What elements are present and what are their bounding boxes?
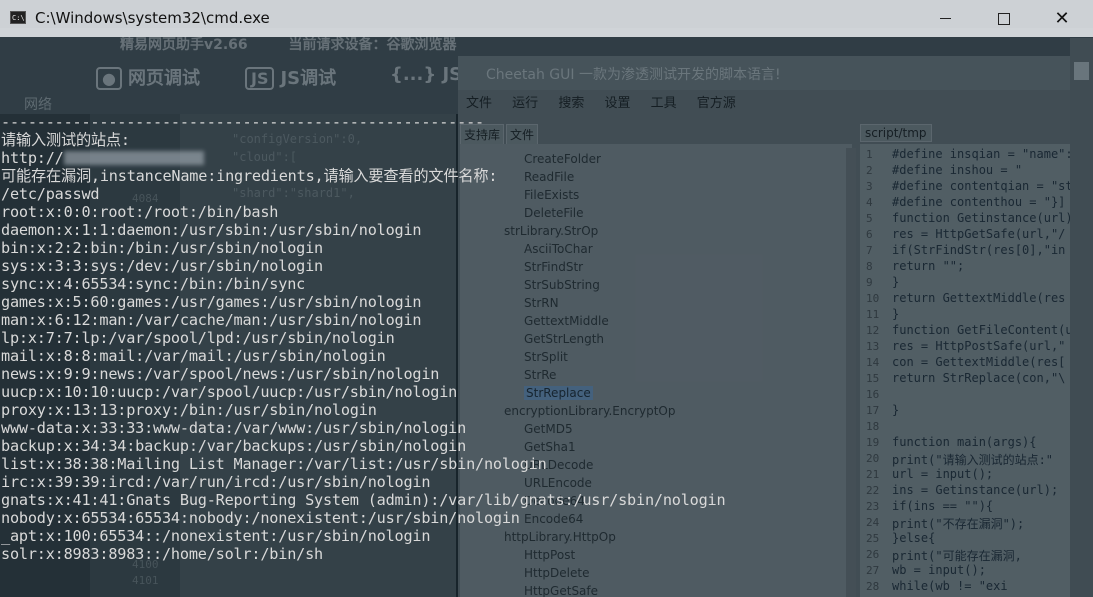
minimize-icon: [940, 18, 951, 19]
console-line-text: uucp:x:10:10:uucp:/var/spool/uucp:/usr/s…: [1, 383, 458, 401]
console-line: mail:x:8:8:mail:/var/mail:/usr/sbin/nolo…: [1, 347, 386, 365]
cmd-title-bar[interactable]: C:\ C:\Windows\system32\cmd.exe ✕: [0, 0, 1093, 37]
console-line: ----------------------------------------…: [1, 113, 484, 131]
console-line-text: news:x:9:9:news:/var/spool/news:/usr/sbi…: [1, 365, 440, 383]
console-line: sync:x:4:65534:sync:/bin:/bin/sync: [1, 275, 305, 293]
console-line-text: 请输入测试的站点:: [1, 131, 130, 149]
console-line: solr:x:8983:8983::/home/solr:/bin/sh: [1, 545, 323, 563]
console-line-text: irc:x:39:39:ircd:/var/run/ircd:/usr/sbin…: [1, 473, 431, 491]
maximize-icon: [998, 13, 1010, 25]
console-line: root:x:0:0:root:/root:/bin/bash: [1, 203, 278, 221]
console-line-text: http://: [1, 149, 64, 167]
console-line-text: mail:x:8:8:mail:/var/mail:/usr/sbin/nolo…: [1, 347, 386, 365]
console-line-text: solr:x:8983:8983::/home/solr:/bin/sh: [1, 545, 323, 563]
console-line-text: list:x:38:38:Mailing List Manager:/var/l…: [1, 455, 547, 473]
console-line-text: games:x:5:60:games:/usr/games:/usr/sbin/…: [1, 293, 422, 311]
console-line-text: proxy:x:13:13:proxy:/bin:/usr/sbin/nolog…: [1, 401, 377, 419]
maximize-button[interactable]: [975, 0, 1033, 37]
console-line: uucp:x:10:10:uucp:/var/spool/uucp:/usr/s…: [1, 383, 457, 401]
console-line-text: www-data:x:33:33:www-data:/var/www:/usr/…: [1, 419, 467, 437]
console-line-text: 可能存在漏洞,instanceName:ingredients,请输入要查看的文…: [1, 167, 498, 185]
console-line: sys:x:3:3:sys:/dev:/usr/sbin/nologin: [1, 257, 323, 275]
console-line-text: lp:x:7:7:lp:/var/spool/lpd:/usr/sbin/nol…: [1, 329, 395, 347]
console-line-text: sync:x:4:65534:sync:/bin:/bin/sync: [1, 275, 306, 293]
console-line-text: nobody:x:65534:65534:nobody:/nonexistent…: [1, 509, 520, 527]
console-line: irc:x:39:39:ircd:/var/run/ircd:/usr/sbin…: [1, 473, 430, 491]
close-button[interactable]: ✕: [1033, 0, 1091, 37]
console-line: www-data:x:33:33:www-data:/var/www:/usr/…: [1, 419, 466, 437]
console-line-text: bin:x:2:2:bin:/bin:/usr/sbin/nologin: [1, 239, 323, 257]
console-line-text: root:x:0:0:root:/root:/bin/bash: [1, 203, 279, 221]
minimize-button[interactable]: [917, 0, 975, 37]
cmd-icon: C:\: [10, 11, 26, 24]
console-line: gnats:x:41:41:Gnats Bug-Reporting System…: [1, 491, 726, 509]
console-line-text: /etc/passwd: [1, 185, 100, 203]
console-line-text: ----------------------------------------…: [1, 113, 484, 131]
console-line: /etc/passwd: [1, 185, 100, 203]
console-line-text: gnats:x:41:41:Gnats Bug-Reporting System…: [1, 491, 726, 509]
console-line: proxy:x:13:13:proxy:/bin:/usr/sbin/nolog…: [1, 401, 377, 419]
console-line: lp:x:7:7:lp:/var/spool/lpd:/usr/sbin/nol…: [1, 329, 395, 347]
console-line: nobody:x:65534:65534:nobody:/nonexistent…: [1, 509, 520, 527]
console-line: daemon:x:1:1:daemon:/usr/sbin:/usr/sbin/…: [1, 221, 422, 239]
console-line: backup:x:34:34:backup:/var/backups:/usr/…: [1, 437, 466, 455]
window-title: C:\Windows\system32\cmd.exe: [35, 9, 270, 27]
console-line: news:x:9:9:news:/var/spool/news:/usr/sbi…: [1, 365, 439, 383]
close-icon: ✕: [1054, 8, 1070, 29]
console-line: 可能存在漏洞,instanceName:ingredients,请输入要查看的文…: [1, 167, 497, 185]
console-line-text: daemon:x:1:1:daemon:/usr/sbin:/usr/sbin/…: [1, 221, 422, 239]
console-output[interactable]: ----------------------------------------…: [1, 113, 1061, 597]
redacted-url: [63, 151, 204, 165]
console-line: man:x:6:12:man:/var/cache/man:/usr/sbin/…: [1, 311, 422, 329]
console-line-text: man:x:6:12:man:/var/cache/man:/usr/sbin/…: [1, 311, 422, 329]
console-line: list:x:38:38:Mailing List Manager:/var/l…: [1, 455, 547, 473]
console-line-text: sys:x:3:3:sys:/dev:/usr/sbin/nologin: [1, 257, 323, 275]
console-line: http://: [1, 149, 204, 167]
console-line: bin:x:2:2:bin:/bin:/usr/sbin/nologin: [1, 239, 323, 257]
console-line: games:x:5:60:games:/usr/games:/usr/sbin/…: [1, 293, 422, 311]
console-line-text: _apt:x:100:65534::/nonexistent:/usr/sbin…: [1, 527, 431, 545]
console-line: 请输入测试的站点:: [1, 131, 130, 149]
console-line-text: backup:x:34:34:backup:/var/backups:/usr/…: [1, 437, 467, 455]
console-line: _apt:x:100:65534::/nonexistent:/usr/sbin…: [1, 527, 430, 545]
